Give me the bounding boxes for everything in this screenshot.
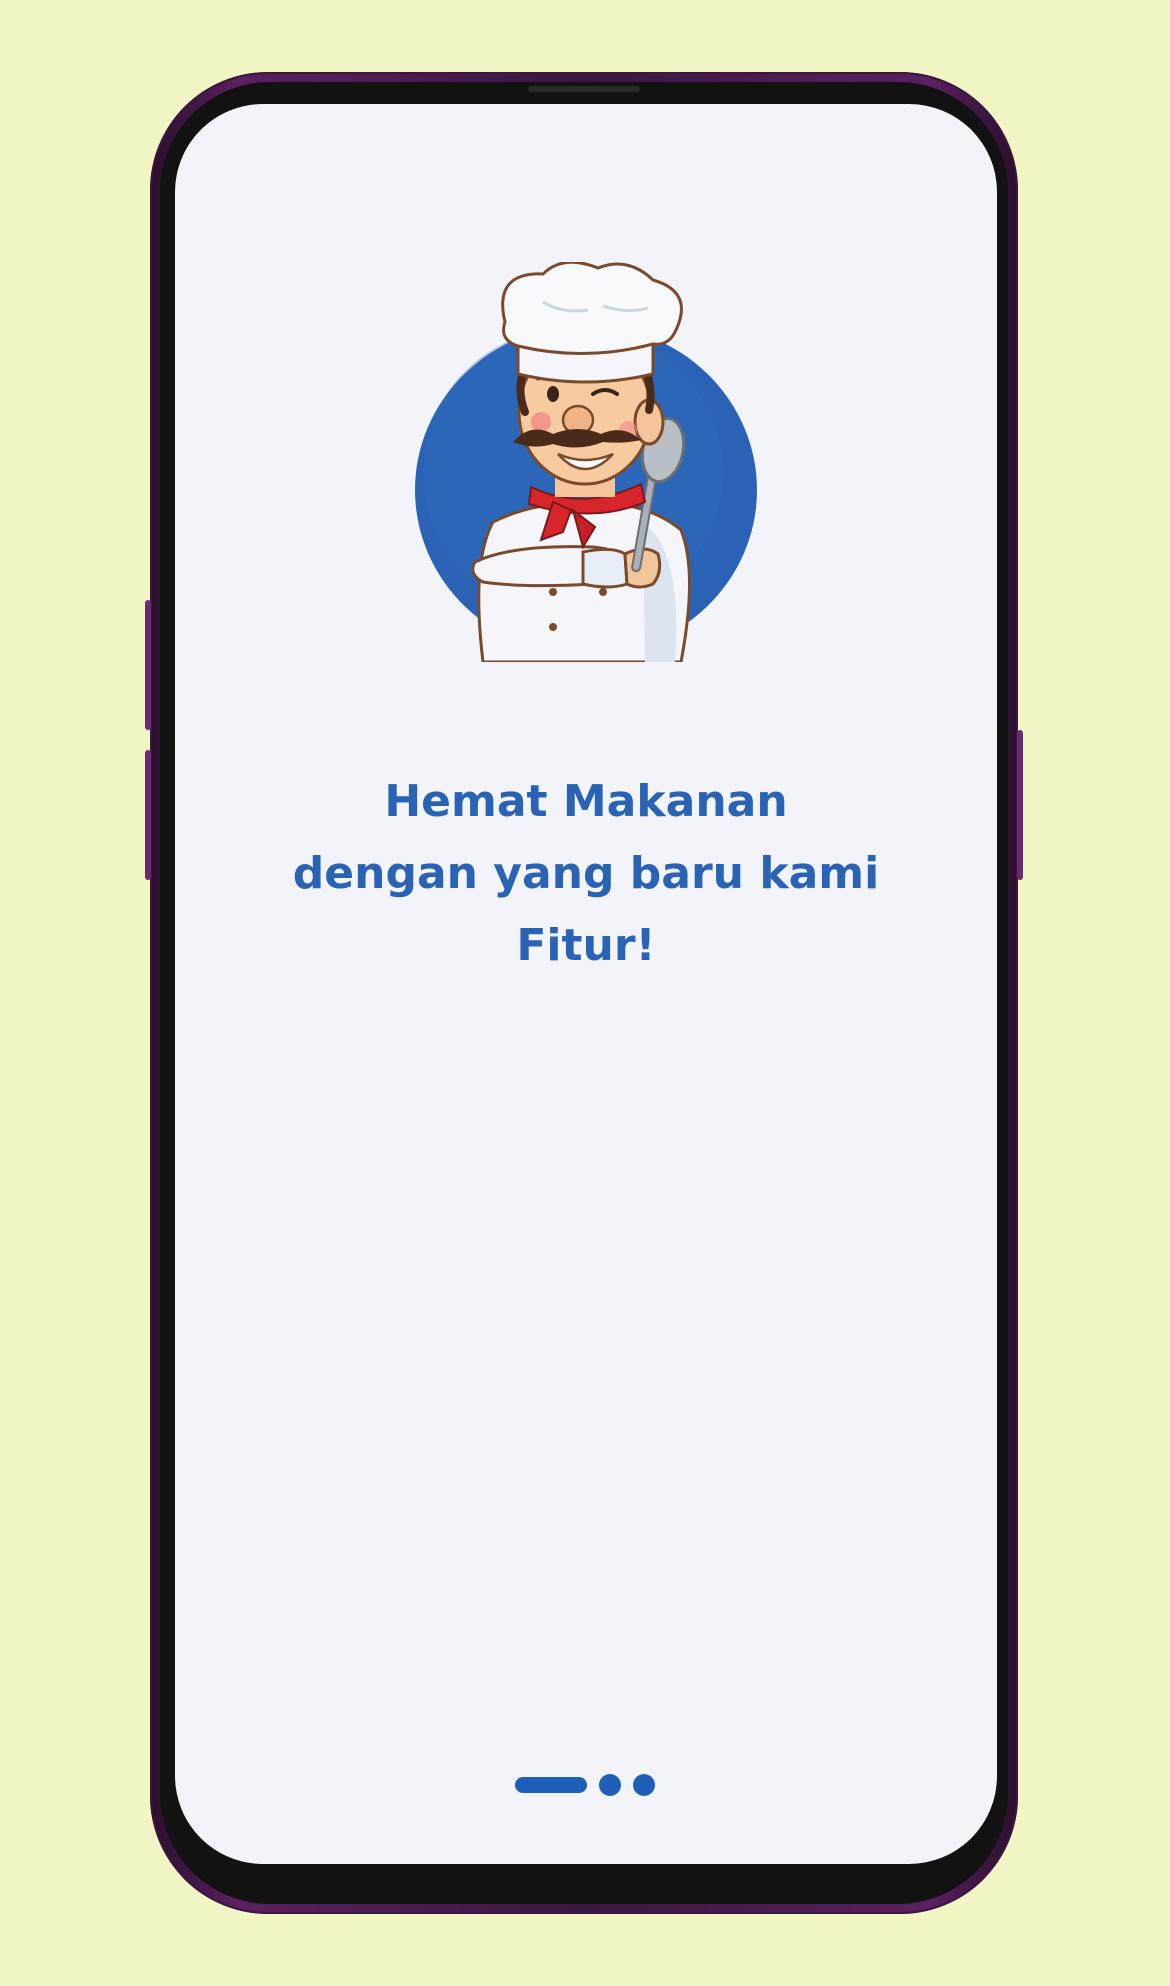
page-indicator-active[interactable] <box>515 1777 587 1793</box>
earpiece-speaker <box>528 86 640 92</box>
headline-line-3: Fitur! <box>516 920 656 971</box>
app-screen: Hemat Makanan dengan yang baru kami Fitu… <box>175 104 997 1864</box>
volume-up-button <box>145 600 151 730</box>
page-indicator-dot-2[interactable] <box>599 1774 621 1796</box>
onboarding-headline: Hemat Makanan dengan yang baru kami Fitu… <box>175 766 997 982</box>
chef-mascot-icon <box>413 262 759 662</box>
headline-line-2: dengan yang baru kami <box>292 848 880 899</box>
volume-down-button <box>145 750 151 880</box>
page-indicator-dot-3[interactable] <box>633 1774 655 1796</box>
headline-line-1: Hemat Makanan <box>384 776 788 827</box>
page-indicator <box>515 1774 655 1796</box>
power-button <box>1017 730 1023 880</box>
